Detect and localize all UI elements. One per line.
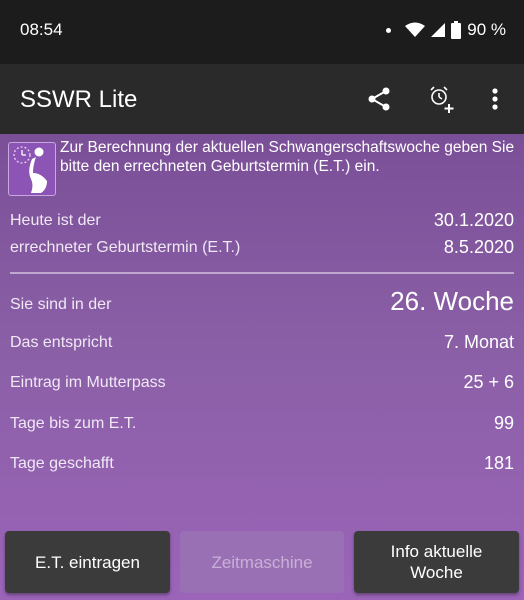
- row-due-date: errechneter Geburtstermin (E.T.) 8.5.202…: [10, 233, 514, 263]
- intro-section: Zur Berechnung der aktuellen Schwangersc…: [8, 138, 518, 196]
- battery-percent: 90 %: [467, 20, 506, 39]
- row-today: Heute ist der 30.1.2020: [10, 206, 514, 236]
- row-week: Sie sind in der 26. Woche: [10, 286, 514, 322]
- days-left-label: Tage bis zum E.T.: [10, 415, 137, 432]
- intro-text: Zur Berechnung der aktuellen Schwangersc…: [60, 139, 515, 175]
- today-label: Heute ist der: [10, 212, 101, 229]
- signal-icon: [431, 23, 446, 37]
- share-icon[interactable]: [363, 83, 395, 115]
- mutterpass-value: 25 + 6: [463, 372, 514, 392]
- due-date-value: 8.5.2020: [443, 237, 514, 257]
- week-value: 26. Woche: [390, 286, 514, 316]
- pregnancy-clock-icon: [8, 142, 56, 196]
- notification-dot-icon: [386, 27, 392, 33]
- more-vert-icon[interactable]: [479, 83, 511, 115]
- alarm-add-icon[interactable]: [425, 83, 457, 115]
- app-bar: SSWR Lite: [0, 64, 524, 134]
- month-label: Das entspricht: [10, 334, 113, 351]
- row-days-left: Tage bis zum E.T. 99: [10, 409, 514, 439]
- row-mutterpass: Eintrag im Mutterpass 25 + 6: [10, 368, 514, 398]
- row-month: Das entspricht 7. Monat: [10, 328, 514, 358]
- status-bar: 08:54 90 %: [0, 0, 524, 64]
- week-label: Sie sind in der: [10, 296, 112, 313]
- month-value: 7. Monat: [443, 332, 514, 352]
- days-done-value: 181: [483, 453, 514, 473]
- days-done-label: Tage geschafft: [10, 455, 114, 472]
- today-value: 30.1.2020: [433, 210, 514, 230]
- enter-due-date-button[interactable]: E.T. eintragen: [5, 531, 170, 593]
- battery-icon: [451, 21, 462, 39]
- divider: [10, 272, 514, 274]
- time-machine-button[interactable]: Zeitmaschine: [180, 531, 344, 593]
- status-time: 08:54: [20, 20, 63, 39]
- mutterpass-label: Eintrag im Mutterpass: [10, 374, 166, 391]
- row-days-done: Tage geschafft 181: [10, 449, 514, 479]
- status-indicators: 90 %: [386, 20, 506, 40]
- due-date-label: errechneter Geburtstermin (E.T.): [10, 239, 241, 256]
- days-left-value: 99: [493, 413, 514, 433]
- wifi-icon: [405, 22, 426, 37]
- info-week-button[interactable]: Info aktuelle Woche: [354, 531, 519, 593]
- app-title: SSWR Lite: [20, 86, 138, 113]
